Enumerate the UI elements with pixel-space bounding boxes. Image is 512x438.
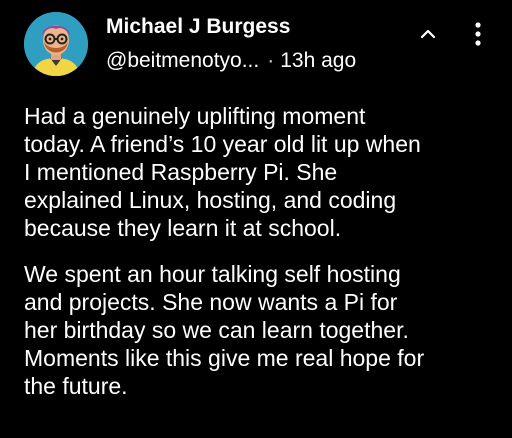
meta-separator: · bbox=[267, 49, 275, 72]
post-meta: @beitmenotyo... · 13h ago bbox=[106, 48, 356, 74]
author-name[interactable]: Michael J Burgess bbox=[106, 14, 290, 40]
collapse-button[interactable] bbox=[412, 18, 444, 50]
more-vertical-icon bbox=[475, 22, 481, 46]
author-avatar[interactable] bbox=[24, 12, 88, 76]
post-timestamp[interactable]: 13h ago bbox=[280, 49, 356, 72]
author-handle[interactable]: @beitmenotyo... bbox=[106, 49, 259, 72]
post-paragraph-1: Had a genuinely uplifting moment today. … bbox=[24, 103, 421, 241]
cartoon-avatar-icon bbox=[24, 12, 88, 76]
post-card: Michael J Burgess @beitmenotyo... · 13h ag… bbox=[0, 0, 512, 438]
post-paragraph-2: We spent an hour talking self hosting an… bbox=[24, 261, 425, 399]
chevron-up-icon bbox=[420, 29, 436, 39]
post-body: Had a genuinely uplifting moment today. … bbox=[24, 102, 504, 400]
more-options-button[interactable] bbox=[466, 16, 490, 52]
